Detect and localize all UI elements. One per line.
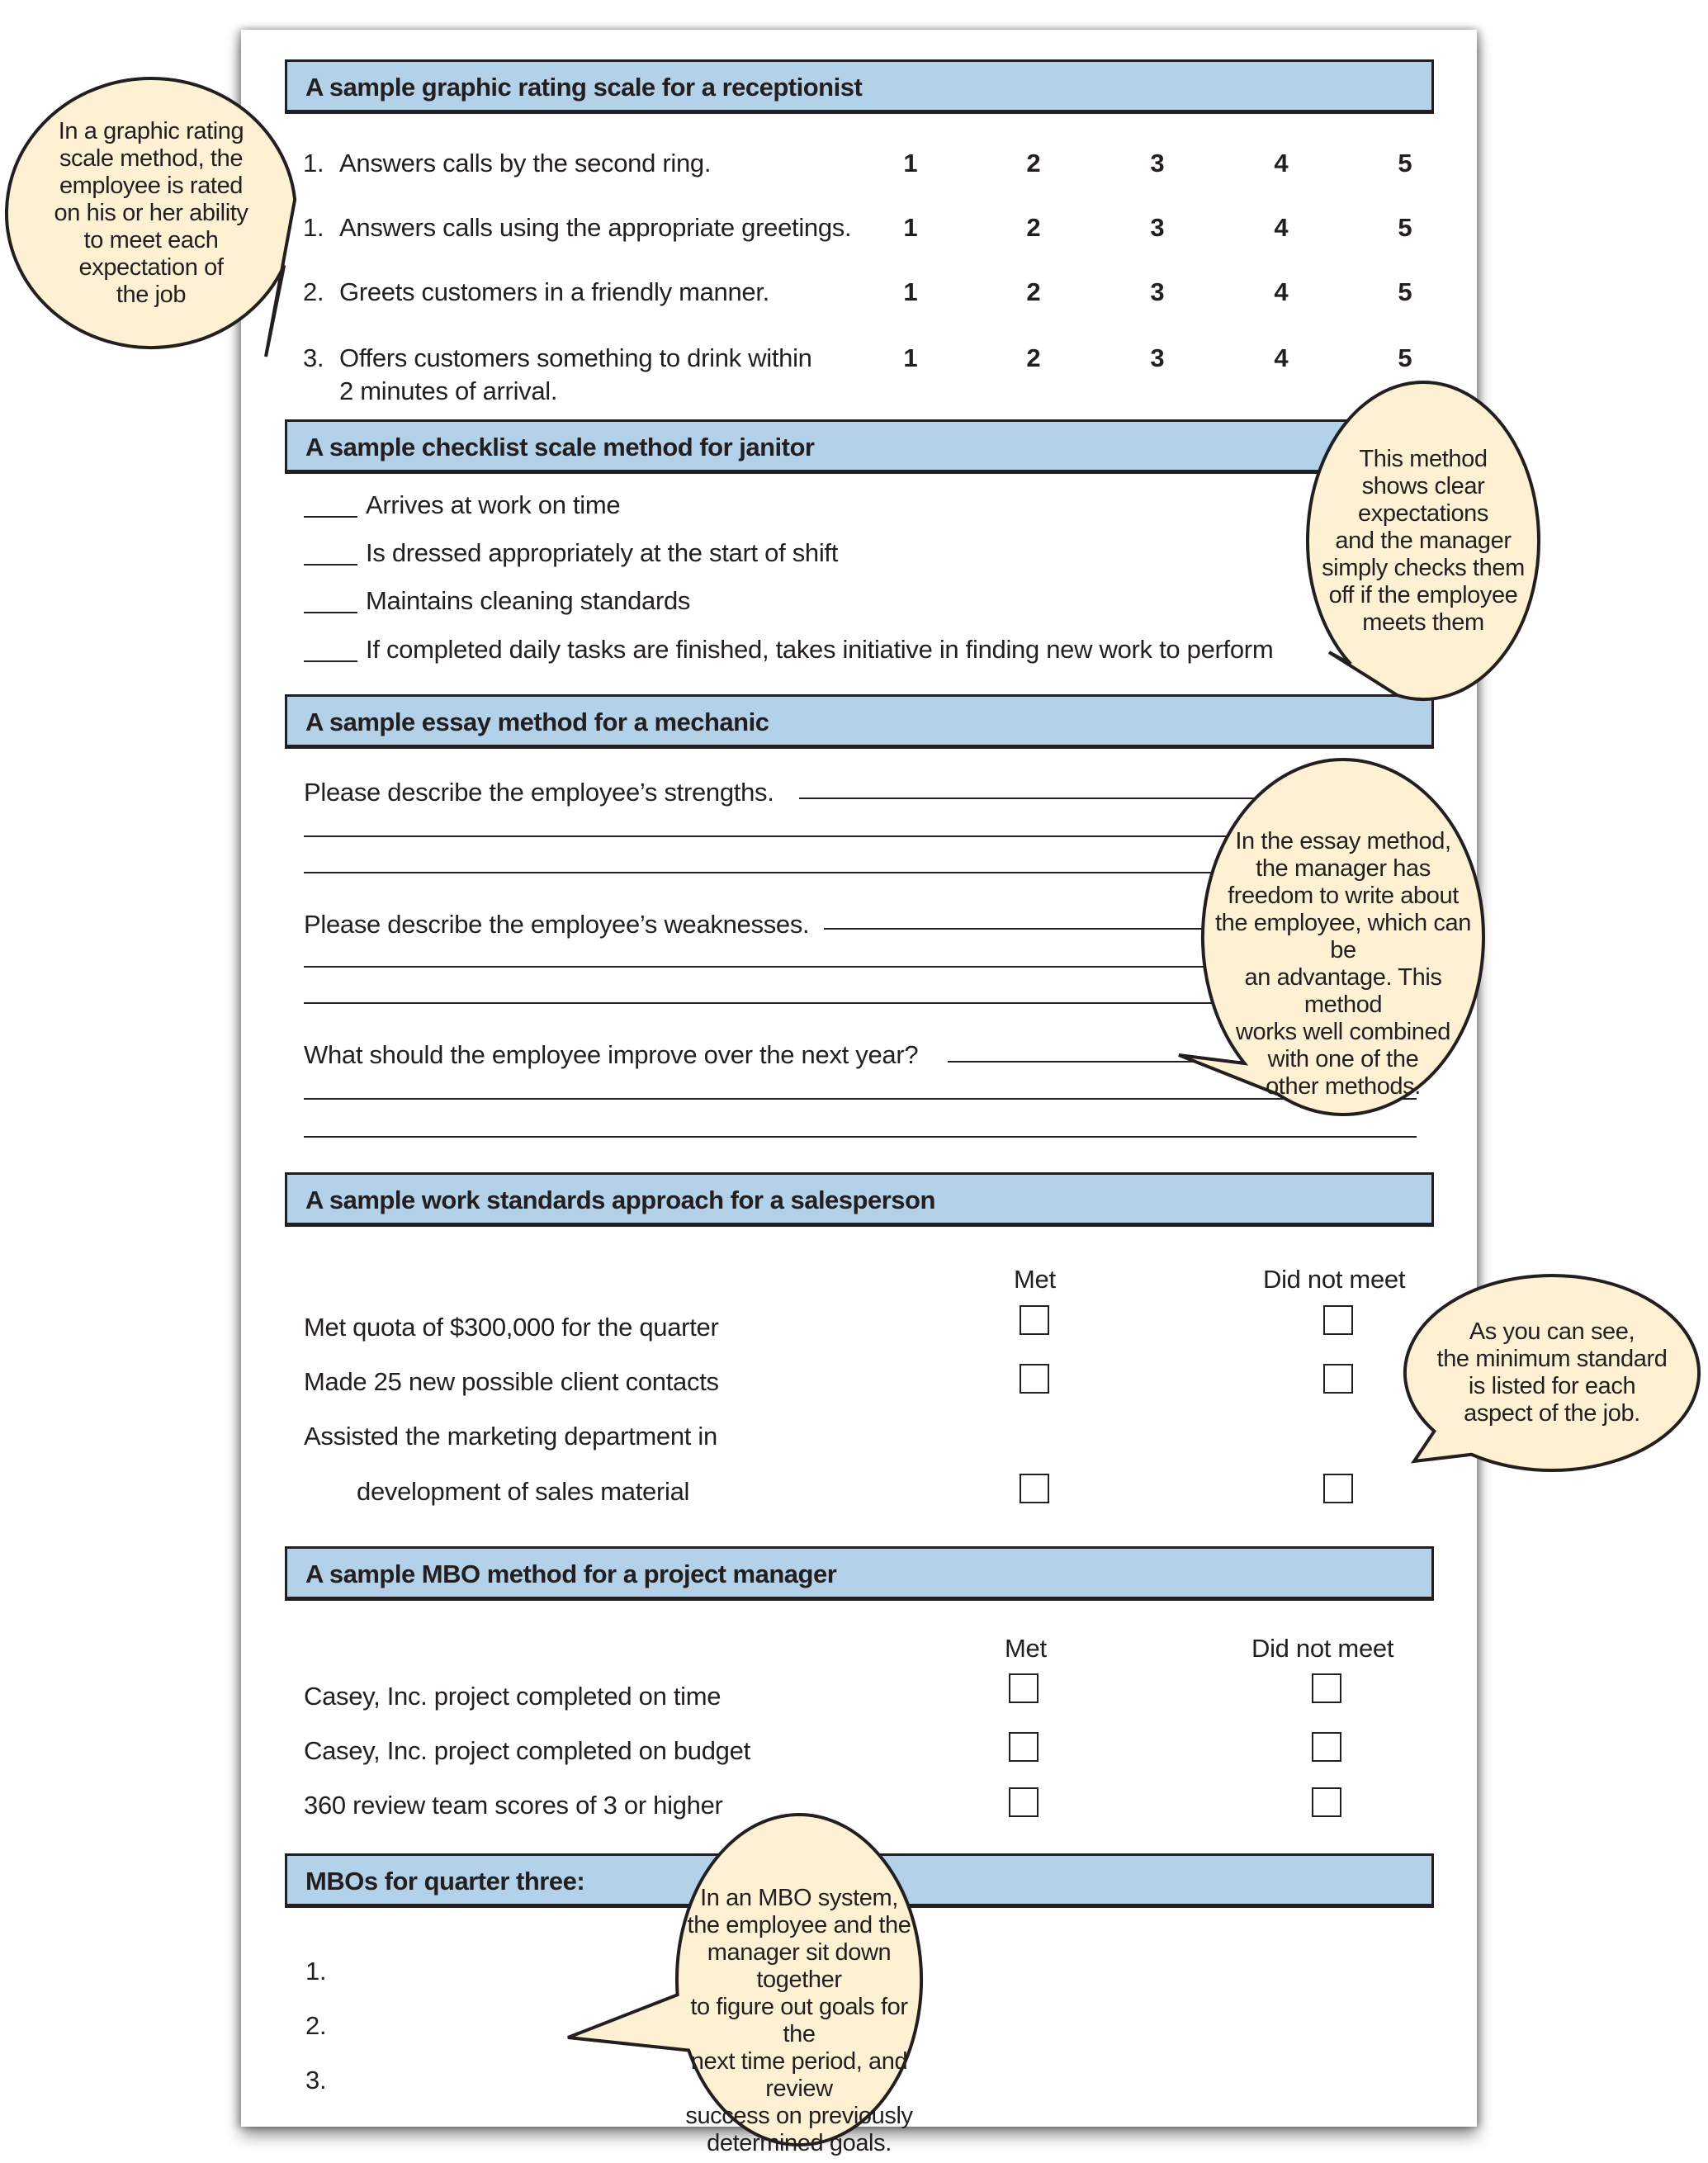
- callout-line: to figure out goals for the: [690, 1993, 908, 2047]
- callout-line: determined goals.: [707, 2129, 892, 2156]
- callout-line: success on previously: [685, 2102, 913, 2129]
- callout-text: In an MBO system, the employee and the man…: [677, 1885, 921, 2157]
- callout-line: In an MBO system,: [700, 1884, 898, 1911]
- callout-line: manager sit down together: [707, 1938, 892, 1993]
- speech-bubble-shape: [567, 1813, 923, 2146]
- callout-line: next time period, and review: [690, 2047, 908, 2102]
- callout-line: the employee and the: [687, 1911, 911, 1938]
